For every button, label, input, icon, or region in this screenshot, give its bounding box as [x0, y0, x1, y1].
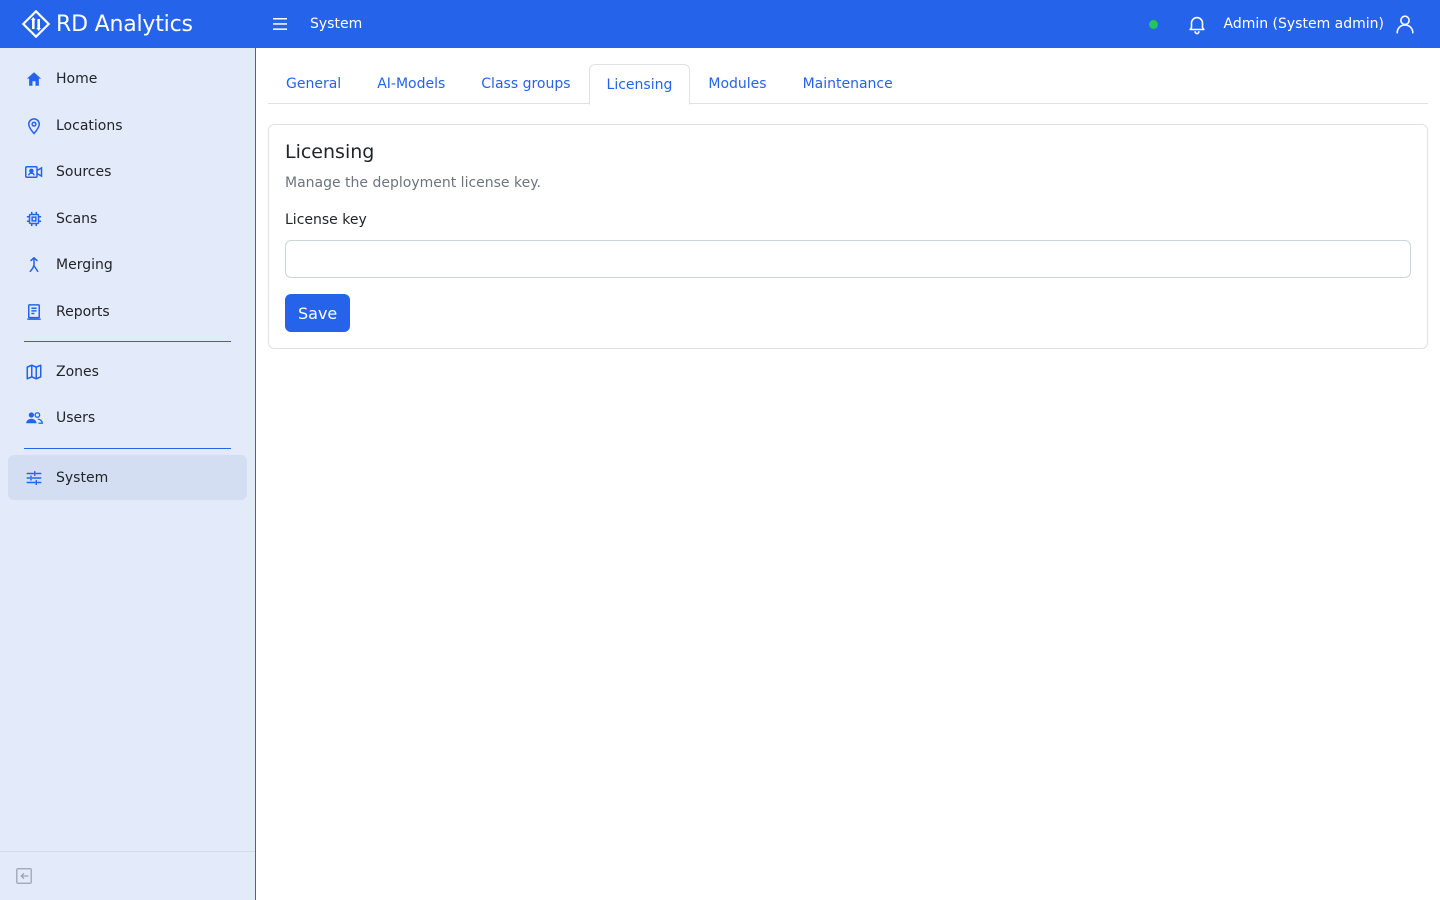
sliders-icon	[24, 468, 44, 488]
report-icon	[24, 302, 44, 322]
sidebar-item-label: Merging	[56, 256, 113, 273]
user-icon[interactable]	[1394, 13, 1416, 35]
sidebar-item-users[interactable]: Users	[8, 395, 247, 440]
sidebar-item-label: System	[56, 469, 109, 486]
main-content: General AI-Models Class groups Licensing…	[256, 48, 1440, 900]
map-icon	[24, 362, 44, 382]
sidebar-item-label: Sources	[56, 163, 112, 180]
menu-toggle-icon[interactable]	[270, 14, 290, 34]
tab-licensing[interactable]: Licensing	[588, 64, 691, 105]
sidebar-item-label: Users	[56, 409, 96, 426]
sidebar-divider	[24, 341, 231, 342]
sidebar-item-label: Scans	[56, 210, 98, 227]
sidebar-item-label: Locations	[56, 117, 123, 134]
brand[interactable]: RD Analytics	[0, 0, 256, 48]
tab-bar: General AI-Models Class groups Licensing…	[268, 64, 1428, 105]
collapse-sidebar-icon[interactable]	[15, 867, 33, 885]
sidebar-item-label: Reports	[56, 303, 110, 320]
card-title: Licensing	[285, 141, 375, 163]
brand-logo-icon	[20, 8, 52, 40]
tab-general[interactable]: General	[268, 64, 359, 104]
tab-maintenance[interactable]: Maintenance	[785, 64, 911, 104]
user-name[interactable]: Admin (System admin)	[1223, 16, 1384, 32]
camera-icon	[24, 162, 44, 182]
sidebar-item-zones[interactable]: Zones	[8, 349, 247, 394]
sidebar-item-label: Zones	[56, 363, 99, 380]
card-description: Manage the deployment license key.	[285, 175, 541, 191]
sidebar-item-home[interactable]: Home	[8, 56, 247, 101]
sidebar-item-sources[interactable]: Sources	[8, 149, 247, 194]
chip-icon	[24, 209, 44, 229]
merge-icon	[24, 255, 44, 275]
status-indicator	[1149, 19, 1159, 29]
top-bar: RD Analytics System Admin (System admin)	[0, 0, 1440, 48]
header-actions: Admin (System admin)	[1149, 0, 1440, 48]
sidebar: Home Locations Sources Scans Merging Rep…	[0, 48, 256, 900]
license-key-label: License key	[285, 212, 367, 228]
sidebar-item-locations[interactable]: Locations	[8, 103, 247, 148]
sidebar-divider	[24, 448, 231, 449]
sidebar-item-reports[interactable]: Reports	[8, 289, 247, 334]
sidebar-item-system[interactable]: System	[8, 455, 247, 500]
sidebar-item-scans[interactable]: Scans	[8, 196, 247, 241]
tab-modules[interactable]: Modules	[690, 64, 784, 104]
bell-icon[interactable]	[1185, 12, 1209, 36]
licensing-card: Licensing Manage the deployment license …	[268, 124, 1428, 349]
sidebar-footer	[0, 851, 255, 900]
home-icon	[24, 69, 44, 89]
tab-class-groups[interactable]: Class groups	[463, 64, 588, 104]
sidebar-item-label: Home	[56, 70, 98, 87]
brand-name: RD Analytics	[56, 11, 193, 37]
map-pin-icon	[24, 116, 44, 136]
license-key-input[interactable]	[285, 240, 1411, 278]
sidebar-item-merging[interactable]: Merging	[8, 242, 247, 287]
tab-ai-models[interactable]: AI-Models	[359, 64, 463, 104]
save-button[interactable]: Save	[285, 294, 351, 332]
users-icon	[24, 408, 44, 428]
page-title: System	[310, 16, 363, 32]
